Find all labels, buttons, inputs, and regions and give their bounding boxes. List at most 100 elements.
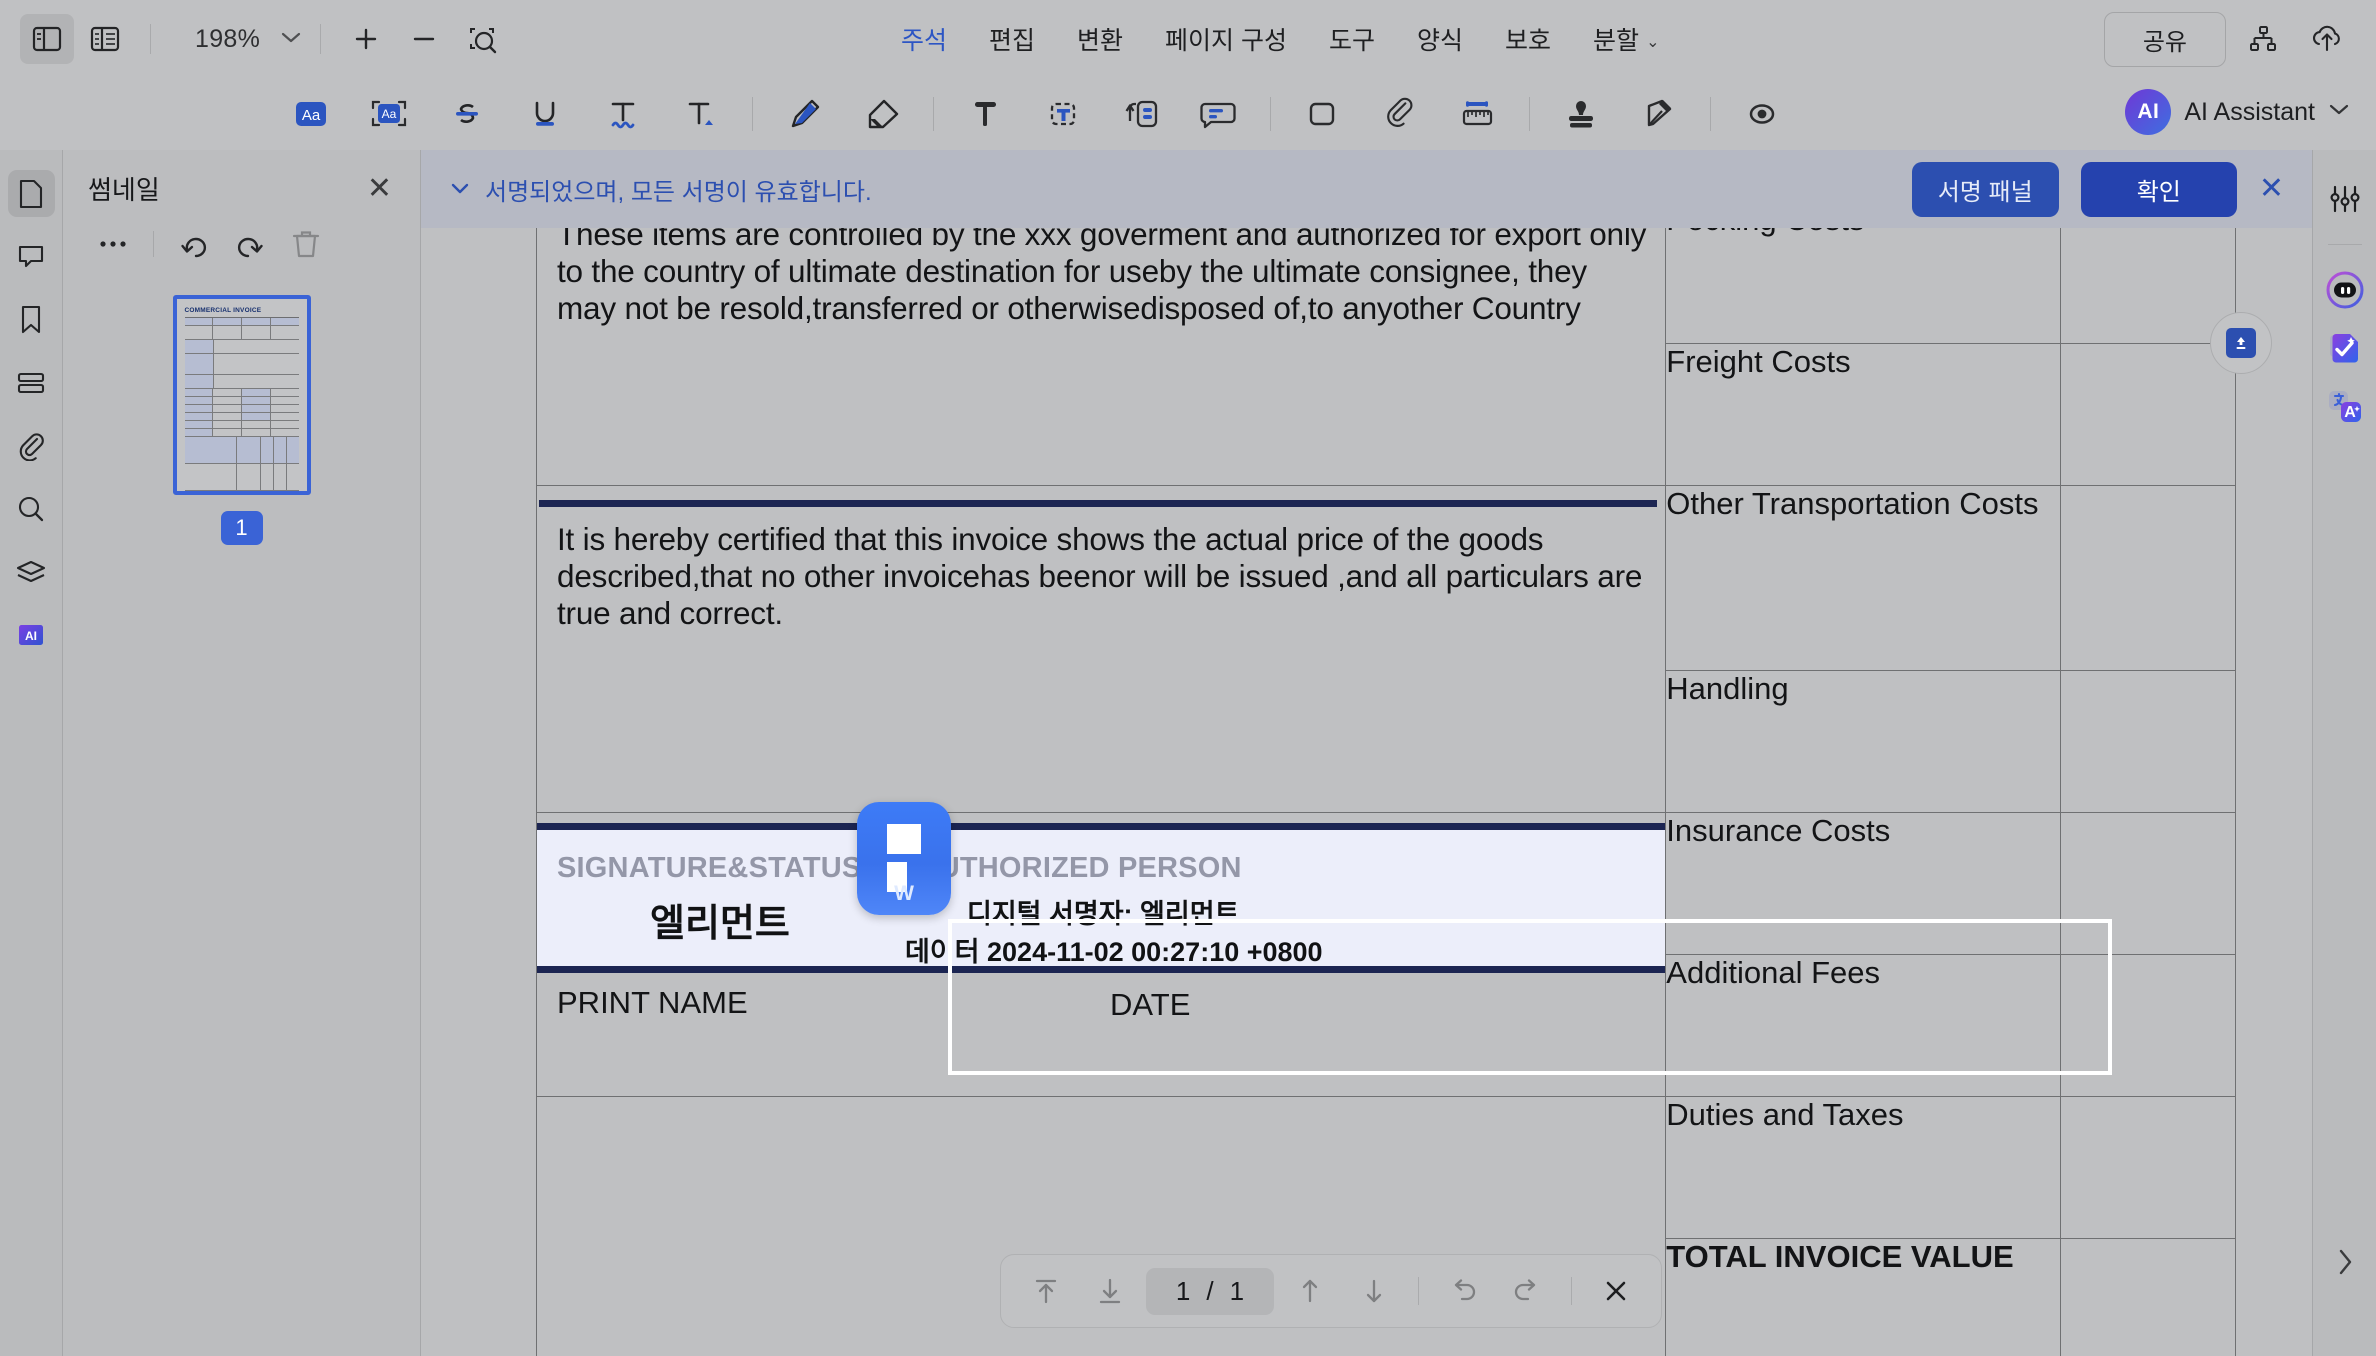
sidebar-item-layers[interactable] (8, 548, 55, 595)
jump-bottom-icon[interactable] (1082, 1265, 1138, 1317)
tab-convert[interactable]: 변환 (1056, 21, 1144, 57)
signature-panel-button[interactable]: 서명 패널 (1911, 161, 2059, 217)
eraser-icon[interactable] (849, 86, 915, 142)
cost-label-duties-taxes[interactable]: Duties and Taxes (1665, 1096, 2062, 1239)
underline-icon[interactable] (512, 86, 578, 142)
certification-paragraph: It is hereby certified that this invoice… (557, 521, 1643, 631)
sidebar-item-ai-book[interactable]: AI (8, 611, 55, 658)
chevron-down-icon[interactable] (280, 30, 302, 49)
ai-robot-icon[interactable] (2320, 265, 2370, 315)
tab-split[interactable]: 분할 ⌄ (1572, 21, 1680, 57)
sidebar-panel-icon[interactable] (20, 14, 74, 64)
app-window: 198% 주석 편집 변환 페이지 구성 도구 양식 보호 분할 ⌄ 공유 Aa… (0, 0, 2376, 1356)
page-navigation-bar: 1 / 1 (1000, 1254, 1662, 1328)
stamp-icon[interactable] (1548, 86, 1614, 142)
zoom-level-value[interactable]: 198% (195, 25, 260, 54)
rotate-left-icon[interactable] (168, 221, 220, 267)
upload-box-icon[interactable] (2210, 312, 2272, 374)
arrow-up-icon[interactable] (1282, 1265, 1338, 1317)
rectangle-shape-icon[interactable] (1289, 86, 1355, 142)
wps-logo-w: W (894, 882, 914, 905)
export-control-paragraph-cell[interactable]: These items are controlled by the xxx go… (535, 228, 1667, 486)
eye-visibility-icon[interactable] (1729, 86, 1795, 142)
squiggly-underline-icon[interactable] (590, 86, 656, 142)
check-doc-icon[interactable] (2320, 323, 2370, 373)
signature-status-actions: 서명 패널 확인 ✕ (1911, 161, 2312, 217)
text-box-icon[interactable] (952, 86, 1018, 142)
thumbnail-page-1[interactable]: COMMERCIAL INVOICE (172, 295, 311, 495)
cost-label-insurance[interactable]: Insurance Costs (1665, 812, 2062, 955)
org-chart-icon[interactable] (2236, 14, 2290, 64)
cloud-upload-icon[interactable] (2300, 14, 2354, 64)
cost-label-freight[interactable]: Freight Costs (1665, 343, 2062, 486)
wps-logo-icon: W (857, 802, 951, 915)
plus-icon[interactable] (339, 14, 393, 64)
tab-annotate[interactable]: 주석 (880, 21, 968, 57)
area-highlight-icon[interactable]: Aa (356, 86, 422, 142)
redo-icon[interactable] (1499, 1265, 1555, 1317)
tab-page-organize[interactable]: 페이지 구성 (1144, 21, 1308, 57)
confirm-button[interactable]: 확인 (2080, 161, 2237, 217)
minus-icon[interactable] (397, 14, 451, 64)
cost-label-handling[interactable]: Handling (1665, 670, 2062, 813)
chevron-right-icon[interactable] (2335, 1247, 2355, 1284)
document-viewport[interactable]: These items are controlled by the xxx go… (421, 228, 2312, 1356)
cost-label-additional-fees[interactable]: Additional Fees (1665, 954, 2062, 1097)
cost-value-insurance[interactable] (2060, 812, 2236, 955)
page-number-input[interactable]: 1 / 1 (1145, 1267, 1275, 1315)
share-button[interactable]: 공유 (2103, 11, 2226, 67)
sidebar-item-search[interactable] (8, 485, 55, 532)
cost-label-other-transportation[interactable]: Other Transportation Costs (1665, 485, 2062, 671)
measure-ruler-icon[interactable] (1445, 86, 1511, 142)
highlight-text-icon[interactable]: Aa (278, 86, 344, 142)
dual-page-icon[interactable] (78, 14, 132, 64)
cost-value-duties-taxes[interactable] (2060, 1096, 2236, 1239)
close-icon[interactable]: ✕ (367, 173, 392, 204)
sidebar-item-outline[interactable] (8, 359, 55, 406)
close-icon[interactable] (1588, 1265, 1644, 1317)
more-options-icon[interactable] (87, 221, 139, 267)
sidebar-item-bookmarks[interactable] (8, 296, 55, 343)
signature-block[interactable]: SIGNATURE&STATUS OF AUTHORIZED PERSON 엘리… (537, 802, 1666, 973)
cost-value-pocking[interactable] (2060, 228, 2236, 344)
jump-top-icon[interactable] (1018, 1265, 1074, 1317)
attachment-icon[interactable] (1367, 86, 1433, 142)
divider (752, 97, 753, 131)
sidebar-item-attachments[interactable] (8, 422, 55, 469)
invoice-table: These items are controlled by the xxx go… (535, 228, 2236, 1356)
sliders-icon[interactable] (2320, 174, 2370, 224)
cost-label-total-invoice-value[interactable]: TOTAL INVOICE VALUE (1665, 1238, 2062, 1356)
tab-forms[interactable]: 양식 (1396, 21, 1484, 57)
ai-assistant-button[interactable]: AI AI Assistant (2125, 89, 2350, 135)
text-callout-icon[interactable] (1108, 86, 1174, 142)
sidebar-item-comments[interactable] (8, 233, 55, 280)
cost-value-handling[interactable] (2060, 670, 2236, 813)
signature-block-cell[interactable]: SIGNATURE&STATUS OF AUTHORIZED PERSON 엘리… (535, 802, 1667, 1097)
caret-insert-icon[interactable] (668, 86, 734, 142)
cost-value-other-transportation[interactable] (2060, 485, 2236, 671)
signature-pen-icon[interactable] (1626, 86, 1692, 142)
typewriter-icon[interactable] (1030, 86, 1096, 142)
translate-icon[interactable]: A (2320, 381, 2370, 431)
highlighter-pen-icon[interactable] (771, 86, 837, 142)
rotate-right-icon[interactable] (224, 221, 276, 267)
pdf-page-1: These items are controlled by the xxx go… (421, 228, 2312, 1356)
undo-icon[interactable] (1435, 1265, 1491, 1317)
sidebar-item-thumbnails[interactable] (7, 170, 55, 217)
close-icon[interactable]: ✕ (2259, 174, 2284, 204)
cost-value-total-invoice-value[interactable] (2060, 1238, 2236, 1356)
certification-paragraph-cell[interactable]: It is hereby certified that this invoice… (535, 485, 1667, 813)
cost-value-additional-fees[interactable] (2060, 954, 2236, 1097)
cost-value-freight[interactable] (2060, 343, 2236, 486)
arrow-down-icon[interactable] (1346, 1265, 1402, 1317)
tab-edit[interactable]: 편집 (968, 21, 1056, 57)
tab-tools[interactable]: 도구 (1308, 21, 1396, 57)
delete-icon[interactable] (280, 221, 332, 267)
sticky-note-icon[interactable] (1186, 86, 1252, 142)
tab-protect[interactable]: 보호 (1484, 21, 1572, 57)
strikethrough-icon[interactable] (434, 86, 500, 142)
zoom-area-icon[interactable] (455, 14, 509, 64)
right-utility-rail: A (2312, 150, 2376, 1356)
cost-label-pocking[interactable]: Pocking Costs (1665, 228, 2062, 344)
chevron-down-icon[interactable] (449, 178, 471, 201)
